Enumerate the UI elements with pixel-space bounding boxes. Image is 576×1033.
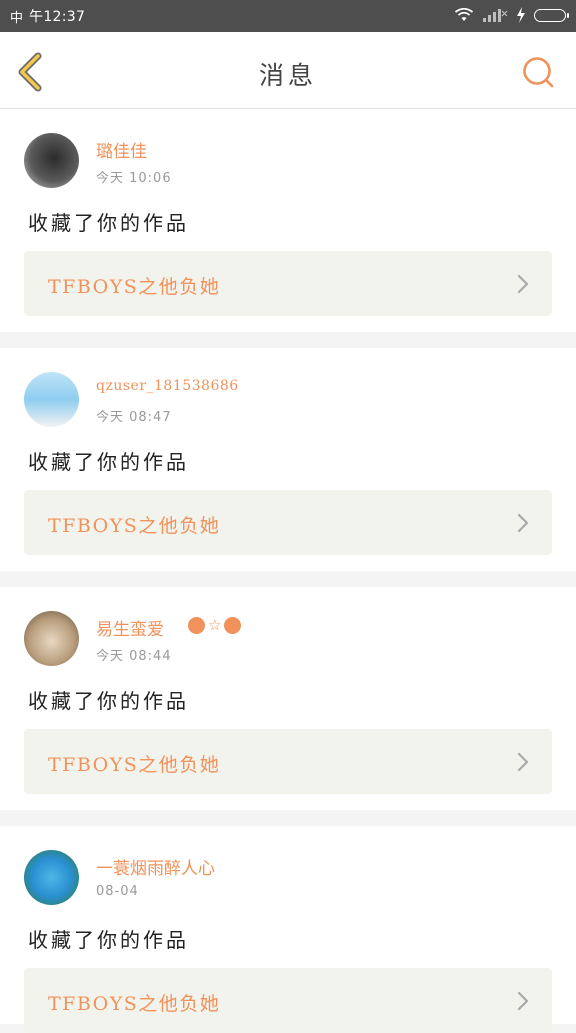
message-card: 璐佳佳 今天 10:06 收藏了你的作品 TFBOYS之他负她 bbox=[0, 109, 576, 332]
carrier-icon: 中 bbox=[10, 10, 24, 26]
badge-star-icon: ☆ bbox=[208, 616, 222, 634]
chevron-right-icon bbox=[517, 513, 529, 533]
status-bar: 中 午12:37 bbox=[0, 0, 576, 32]
work-link[interactable]: TFBOYS之他负她 bbox=[24, 968, 552, 1033]
signal-icon bbox=[483, 9, 508, 22]
timestamp: 08-04 bbox=[96, 884, 139, 899]
work-link[interactable]: TFBOYS之他负她 bbox=[24, 729, 552, 794]
timestamp: 今天 08:47 bbox=[96, 410, 172, 425]
timestamp: 今天 08:44 bbox=[96, 649, 172, 664]
action-text: 收藏了你的作品 bbox=[28, 928, 189, 952]
chevron-right-icon bbox=[517, 274, 529, 294]
work-title: TFBOYS之他负她 bbox=[48, 754, 221, 776]
timestamp: 今天 10:06 bbox=[96, 171, 172, 186]
message-card: 易生蛮爱 ☆ 今天 08:44 收藏了你的作品 TFBOYS之他负她 bbox=[0, 587, 576, 810]
status-left: 中 午12:37 bbox=[10, 6, 85, 26]
avatar[interactable] bbox=[24, 611, 79, 666]
app-header: 消息 bbox=[0, 32, 576, 109]
chevron-right-icon bbox=[517, 991, 529, 1011]
chevron-right-icon bbox=[517, 752, 529, 772]
work-title: TFBOYS之他负她 bbox=[48, 515, 221, 537]
work-link[interactable]: TFBOYS之他负她 bbox=[24, 251, 552, 316]
message-card: 一蓑烟雨醉人心 08-04 收藏了你的作品 TFBOYS之他负她 bbox=[0, 826, 576, 1033]
message-card: qzuser_181538686 今天 08:47 收藏了你的作品 TFBOYS… bbox=[0, 348, 576, 571]
username[interactable]: 一蓑烟雨醉人心 bbox=[96, 854, 215, 879]
charging-icon bbox=[517, 7, 525, 23]
status-time: 午12:37 bbox=[29, 9, 86, 25]
page-title: 消息 bbox=[258, 61, 317, 90]
work-link[interactable]: TFBOYS之他负她 bbox=[24, 490, 552, 555]
status-right bbox=[454, 7, 569, 23]
battery-icon bbox=[534, 8, 569, 22]
action-text: 收藏了你的作品 bbox=[28, 450, 189, 474]
search-button[interactable] bbox=[520, 54, 556, 90]
avatar[interactable] bbox=[24, 372, 79, 427]
username[interactable]: qzuser_181538686 bbox=[96, 378, 239, 394]
action-text: 收藏了你的作品 bbox=[28, 211, 189, 235]
work-title: TFBOYS之他负她 bbox=[48, 993, 221, 1015]
action-text: 收藏了你的作品 bbox=[28, 689, 189, 713]
user-badges: ☆ bbox=[188, 616, 242, 634]
badge-dot-icon bbox=[188, 617, 205, 634]
username[interactable]: 璐佳佳 bbox=[96, 137, 147, 162]
avatar[interactable] bbox=[24, 850, 79, 905]
avatar[interactable] bbox=[24, 133, 79, 188]
badge-dot-icon bbox=[224, 617, 242, 634]
username[interactable]: 易生蛮爱 bbox=[96, 615, 164, 640]
wifi-icon bbox=[454, 7, 474, 21]
work-title: TFBOYS之他负她 bbox=[48, 276, 221, 298]
